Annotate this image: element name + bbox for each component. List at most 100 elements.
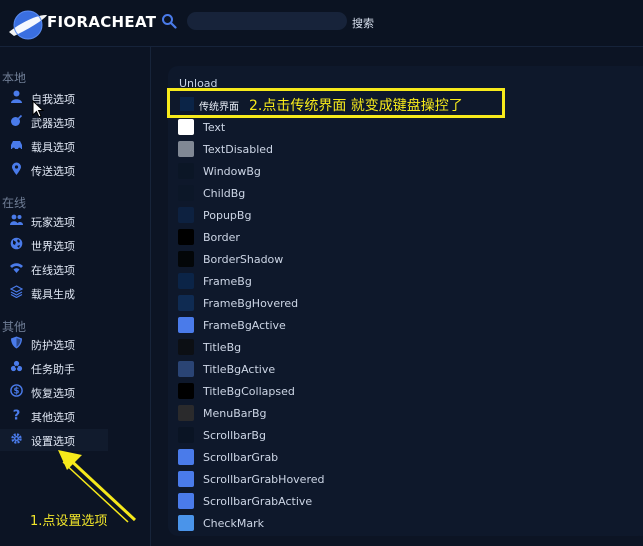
color-swatch[interactable]: [178, 515, 194, 531]
question-icon: ?: [13, 409, 21, 422]
color-swatch[interactable]: [178, 273, 194, 289]
legacy-ui-button[interactable]: 传统界面: [199, 98, 239, 113]
color-name: TitleBg: [203, 341, 242, 354]
sidebar-item-recovery[interactable]: $ 恢复选项: [0, 381, 150, 403]
layers-icon: [10, 285, 23, 298]
globe-icon: [10, 237, 23, 250]
color-name: FrameBg: [203, 275, 252, 288]
sidebar-item-misc[interactable]: ? 其他选项: [0, 405, 150, 427]
color-row[interactable]: ScrollbarGrab: [176, 448, 376, 466]
color-row[interactable]: TitleBgCollapsed: [176, 382, 376, 400]
color-name: TitleBgCollapsed: [203, 385, 295, 398]
color-row[interactable]: ScrollbarBg: [176, 426, 376, 444]
color-row[interactable]: FrameBgActive: [176, 316, 376, 334]
color-row[interactable]: TextDisabled: [176, 140, 376, 158]
color-name: MenuBarBg: [203, 407, 267, 420]
color-row[interactable]: BorderShadow: [176, 250, 376, 268]
gear-icon: [11, 433, 22, 444]
map-pin-icon: [12, 162, 21, 175]
color-swatch[interactable]: [178, 471, 194, 487]
color-name: PopupBg: [203, 209, 252, 222]
color-swatch[interactable]: [178, 163, 194, 179]
sidebar-item-label: 设置选项: [31, 435, 75, 448]
color-swatch[interactable]: [178, 383, 194, 399]
svg-text:?: ?: [13, 409, 21, 422]
sidebar-item-weapon[interactable]: 武器选项: [0, 111, 150, 133]
annotation-step1: 1.点设置选项: [30, 514, 108, 529]
color-row[interactable]: ScrollbarGrabActive: [176, 492, 376, 510]
legacy-ui-swatch[interactable]: [180, 97, 194, 111]
sidebar-item-settings[interactable]: 设置选项: [0, 429, 108, 451]
user-icon: [11, 90, 22, 103]
top-bar: FIORACHEAT 搜索: [0, 0, 643, 47]
color-swatch[interactable]: [178, 295, 194, 311]
color-swatch[interactable]: [178, 251, 194, 267]
color-name: ScrollbarGrab: [203, 451, 279, 464]
sidebar-item-vehicle-spawn[interactable]: 载具生成: [0, 282, 150, 304]
color-row[interactable]: CheckMark: [176, 514, 376, 532]
color-row[interactable]: ChildBg: [176, 184, 376, 202]
search-input[interactable]: [187, 12, 347, 30]
sidebar-item-world[interactable]: 世界选项: [0, 234, 150, 256]
color-swatch[interactable]: [178, 229, 194, 245]
color-name: ScrollbarBg: [203, 429, 266, 442]
users-icon: [10, 214, 23, 225]
color-row[interactable]: FrameBgHovered: [176, 294, 376, 312]
color-name: FrameBgActive: [203, 319, 286, 332]
color-swatch[interactable]: [178, 405, 194, 421]
search-label: 搜索: [352, 17, 374, 30]
color-name: ChildBg: [203, 187, 246, 200]
color-name: Border: [203, 231, 240, 244]
planet-logo-icon: [9, 10, 47, 40]
sidebar: 本地 自我选项 武器选项 载具选项 传送选项 在线 玩家选项 世界选项 在线选项…: [0, 47, 151, 546]
annotation-step2: 2.点击传统界面 就变成键盘操控了: [249, 98, 463, 114]
sidebar-item-mission-helper[interactable]: 任务助手: [0, 357, 150, 379]
color-swatch[interactable]: [178, 207, 194, 223]
color-row[interactable]: ScrollbarGrabHovered: [176, 470, 376, 488]
wifi-icon: [10, 263, 23, 273]
bomb-icon: [11, 114, 23, 126]
section-title-local: 本地: [2, 71, 27, 85]
color-swatch[interactable]: [178, 141, 194, 157]
color-row[interactable]: WindowBg: [176, 162, 376, 180]
section-title-online: 在线: [2, 196, 27, 210]
sidebar-item-label: 在线选项: [31, 264, 75, 277]
search-icon[interactable]: [161, 13, 177, 29]
color-row[interactable]: Border: [176, 228, 376, 246]
color-row[interactable]: FrameBg: [176, 272, 376, 290]
color-name: WindowBg: [203, 165, 261, 178]
shield-icon: [11, 336, 22, 349]
color-name: TextDisabled: [203, 143, 274, 156]
color-swatch[interactable]: [178, 185, 194, 201]
color-row[interactable]: MenuBarBg: [176, 404, 376, 422]
color-swatch[interactable]: [178, 449, 194, 465]
color-name: FrameBgHovered: [203, 297, 299, 310]
sidebar-item-players[interactable]: 玩家选项: [0, 210, 150, 232]
dollar-icon: $: [10, 384, 23, 397]
sidebar-item-self[interactable]: 自我选项: [0, 87, 150, 109]
color-name: TitleBgActive: [203, 363, 276, 376]
color-name: Text: [203, 121, 226, 134]
sidebar-item-label: 载具生成: [31, 288, 75, 301]
color-swatch[interactable]: [178, 427, 194, 443]
color-row[interactable]: PopupBg: [176, 206, 376, 224]
color-swatch[interactable]: [178, 339, 194, 355]
sidebar-item-protection[interactable]: 防护选项: [0, 333, 150, 355]
color-row[interactable]: TitleBg: [176, 338, 376, 356]
sidebar-item-label: 传送选项: [31, 165, 75, 178]
sidebar-item-label: 任务助手: [31, 363, 75, 376]
sidebar-item-label: 载具选项: [31, 141, 75, 154]
color-row[interactable]: TitleBgActive: [176, 360, 376, 378]
sidebar-item-vehicle[interactable]: 载具选项: [0, 135, 150, 157]
biohazard-icon: [10, 360, 23, 372]
color-swatch[interactable]: [178, 119, 194, 135]
sidebar-item-label: 其他选项: [31, 411, 75, 424]
color-swatch[interactable]: [178, 361, 194, 377]
sidebar-item-label: 恢复选项: [31, 387, 75, 400]
color-swatch[interactable]: [178, 493, 194, 509]
sidebar-item-teleport[interactable]: 传送选项: [0, 159, 150, 181]
mouse-cursor-icon: [32, 100, 44, 118]
sidebar-item-online[interactable]: 在线选项: [0, 258, 150, 280]
color-swatch[interactable]: [178, 317, 194, 333]
color-row[interactable]: Text: [176, 118, 376, 136]
